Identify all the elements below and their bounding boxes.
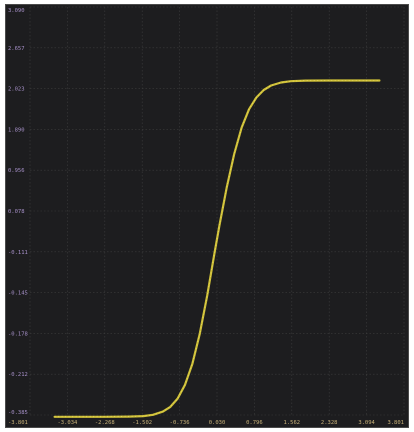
x-tick-label: -3.801	[8, 420, 28, 426]
x-tick-label: 0.030	[209, 420, 226, 426]
y-tick-label: 0.956	[8, 168, 25, 174]
x-tick-labels: -3.801 -3.034 -2.268 -1.502 -0.736 0.030 0.796…	[8, 420, 404, 426]
y-tick-label: -0.178	[8, 331, 28, 337]
x-tick-label: 1.562	[284, 420, 301, 426]
y-tick-label: 2.657	[8, 46, 25, 52]
y-tick-label: -0.212	[8, 372, 28, 378]
y-tick-labels: 3.090 2.657 2.023 1.890 0.956 0.078 -0.111 -0.1…	[8, 8, 28, 416]
y-tick-label: 0.078	[8, 209, 25, 215]
x-tick-label: -1.502	[132, 420, 152, 426]
y-tick-label: -0.111	[8, 250, 28, 256]
x-tick-label: 3.801	[387, 420, 404, 426]
x-tick-label: 0.796	[246, 420, 263, 426]
x-tick-label: -3.034	[57, 420, 78, 426]
x-tick-label: -2.268	[95, 420, 115, 426]
y-tick-label: 2.023	[8, 87, 25, 93]
line-chart: -3.801 -3.034 -2.268 -1.502 -0.736 0.030 0.796…	[8, 6, 405, 426]
y-tick-label: -0.385	[8, 410, 28, 416]
x-tick-label: -0.736	[170, 420, 190, 426]
grid-lines	[29, 6, 405, 416]
x-tick-label: 2.328	[321, 420, 338, 426]
y-tick-label: -0.145	[8, 291, 28, 297]
y-tick-label: 3.090	[8, 8, 25, 14]
chart-frame: -3.801 -3.034 -2.268 -1.502 -0.736 0.030 0.796…	[5, 4, 409, 428]
y-tick-label: 1.890	[8, 127, 25, 133]
x-tick-label: 3.094	[358, 420, 375, 426]
